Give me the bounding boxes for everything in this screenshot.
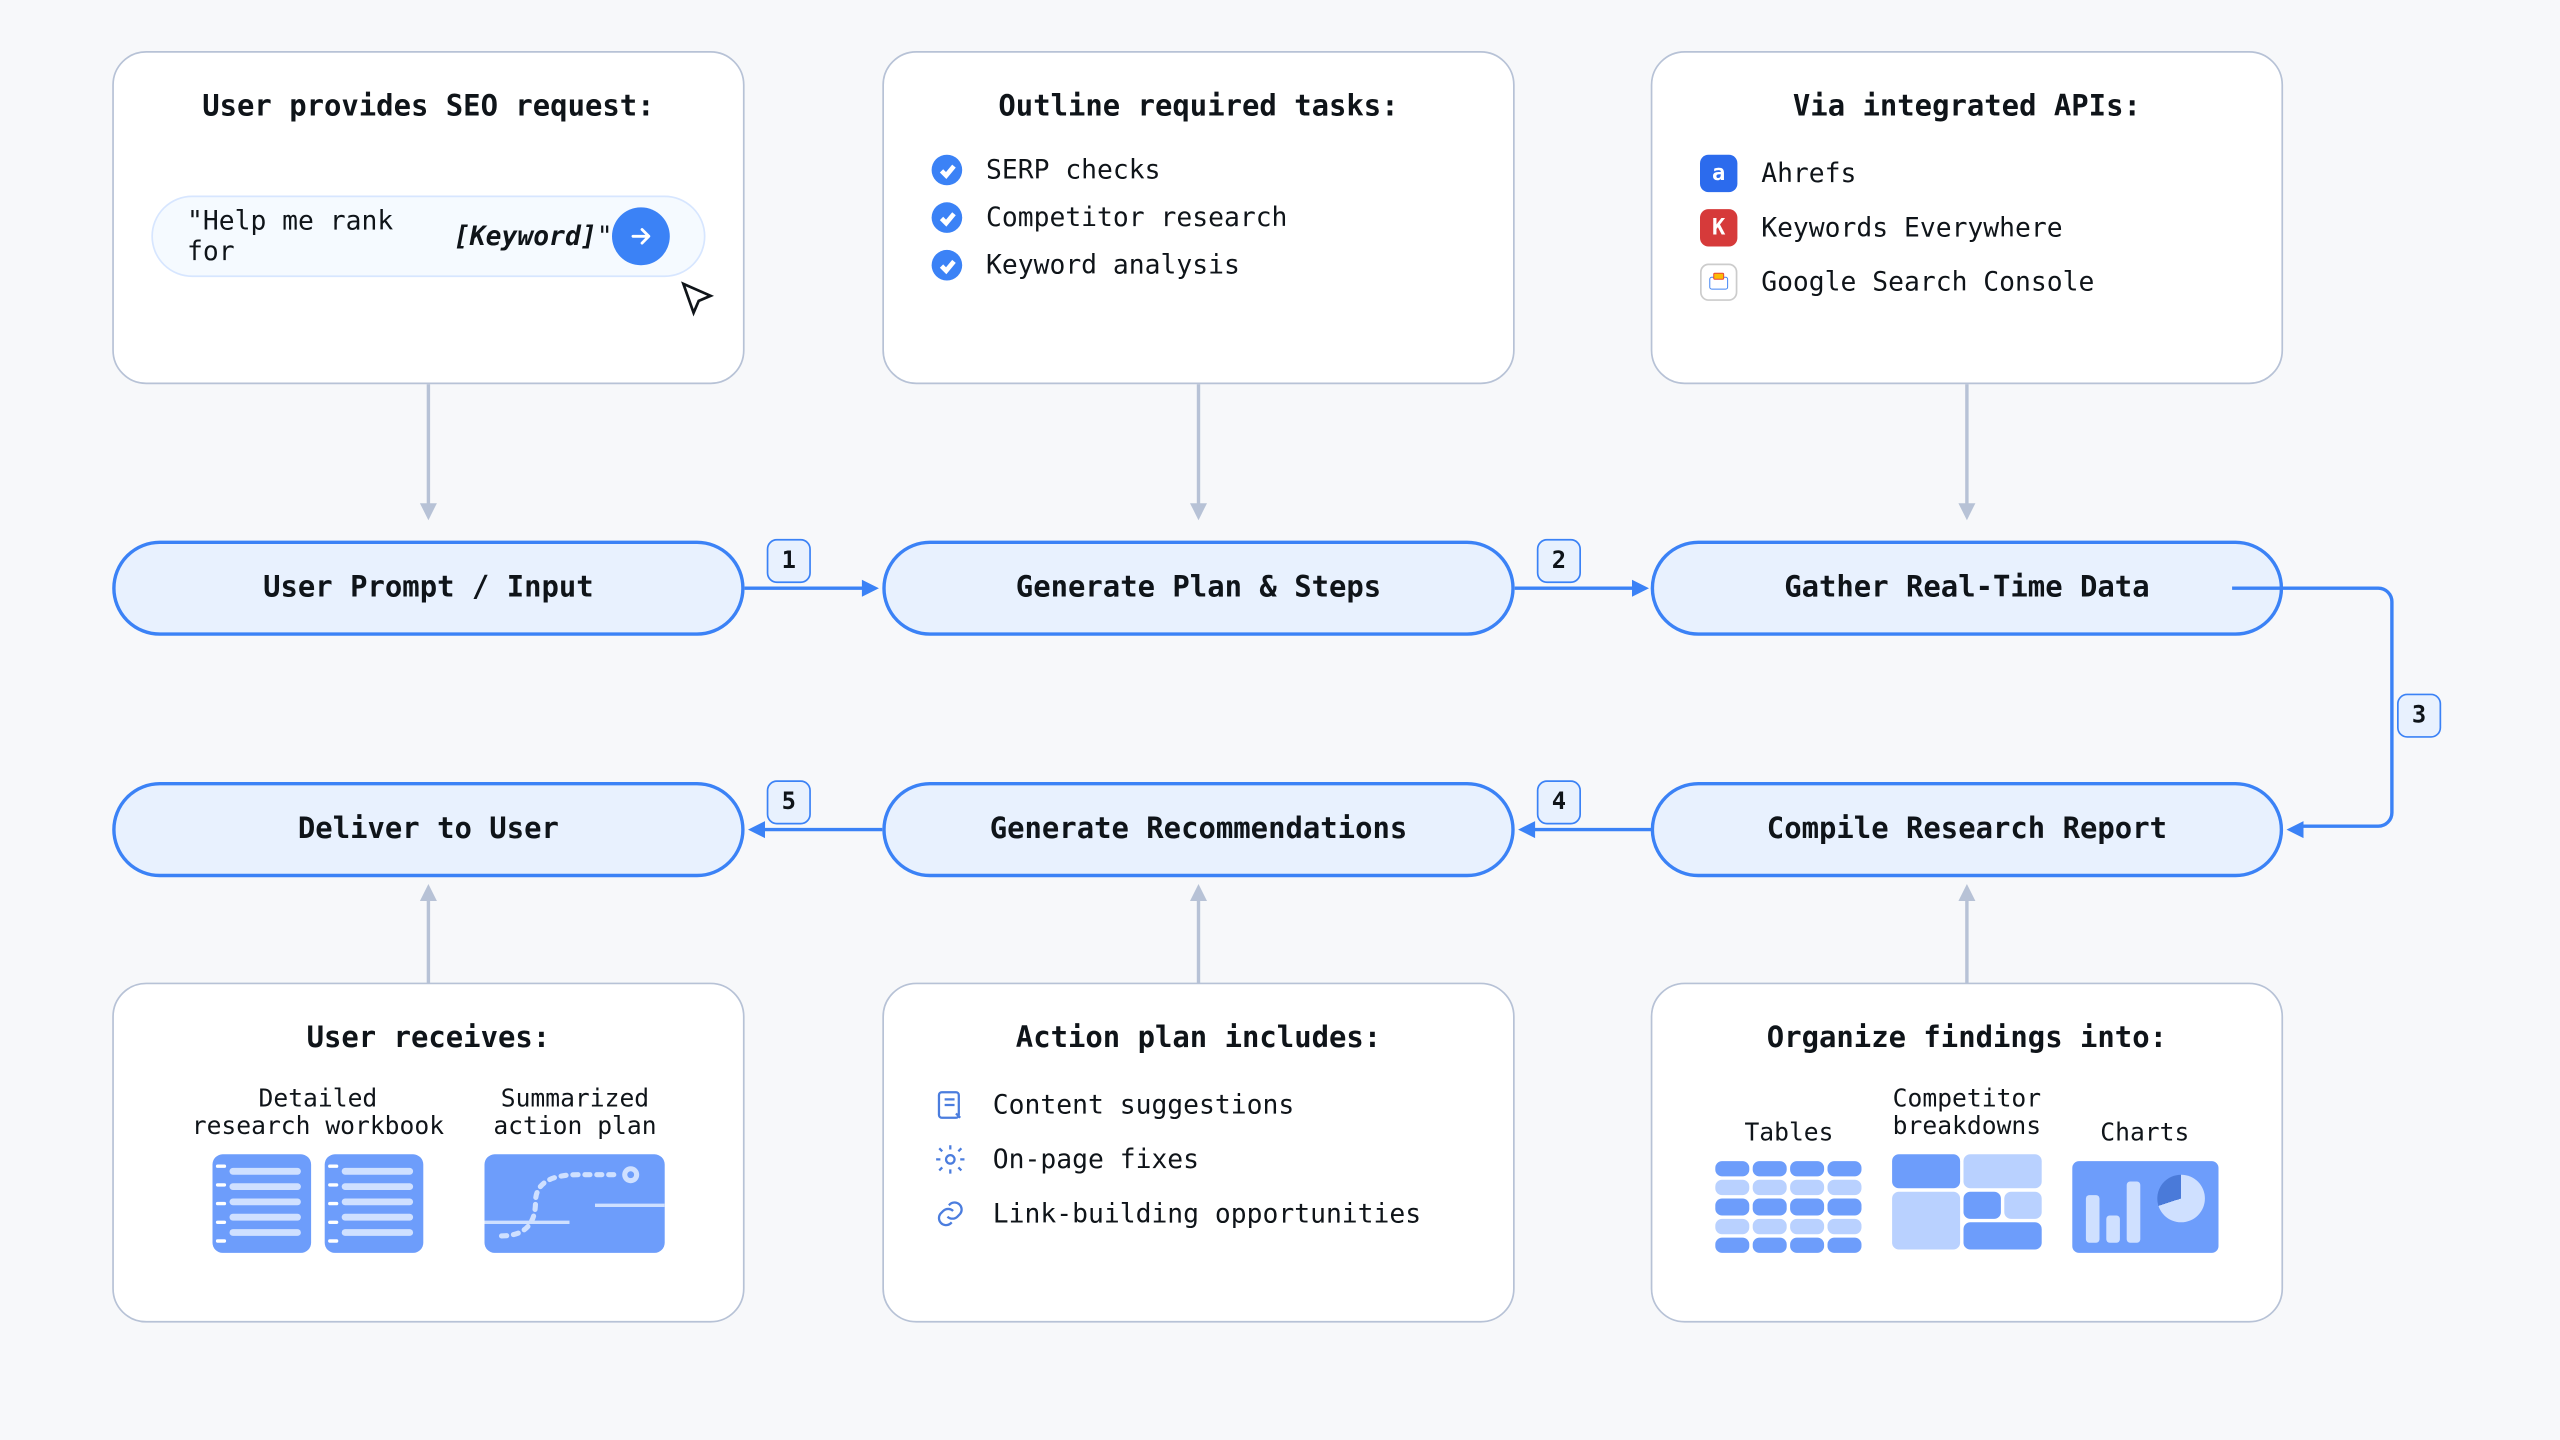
prompt-text-suffix: "	[597, 221, 613, 252]
keywords-everywhere-icon: K	[1700, 209, 1737, 246]
check-icon	[932, 202, 963, 233]
plan-item: Link-building opportunities	[932, 1195, 1476, 1232]
arrow-up-icon	[1958, 881, 1975, 986]
card-title: Via integrated APIs:	[1690, 90, 2244, 124]
check-icon	[932, 250, 963, 281]
arrow-left-icon	[745, 821, 883, 838]
card-title: User receives:	[151, 1022, 705, 1056]
check-icon	[932, 155, 963, 186]
step-number: 5	[767, 780, 811, 824]
node-generate-plan: Generate Plan & Steps	[882, 541, 1514, 636]
charts-label: Charts	[2072, 1120, 2218, 1147]
arrow-left-icon	[1515, 821, 1653, 838]
treemap-icon	[1893, 1154, 2039, 1246]
card-apis: Via integrated APIs: aAhrefs KKeywords E…	[1651, 51, 2283, 384]
plan-label: Summarized action plan	[485, 1086, 665, 1140]
arrow-down-icon	[420, 384, 437, 523]
step-number: 3	[2397, 694, 2441, 738]
workbook-block: Detailed research workbook	[192, 1086, 444, 1253]
arrow-right-icon	[745, 580, 883, 597]
card-title: Outline required tasks:	[921, 90, 1475, 124]
prompt-keyword: [Keyword]	[454, 221, 597, 252]
card-organize: Organize findings into: Tables Competito…	[1651, 983, 2283, 1323]
node-deliver: Deliver to User	[112, 782, 744, 877]
prompt-text-prefix: "Help me rank for	[187, 206, 454, 267]
api-item: Google Search Console	[1700, 264, 2244, 301]
arrow-down-icon	[1958, 384, 1975, 523]
notebook-icon	[325, 1154, 424, 1253]
prompt-pill: "Help me rank for [Keyword] "	[151, 196, 705, 278]
tables-label: Tables	[1716, 1120, 1862, 1147]
ahrefs-icon: a	[1700, 155, 1737, 192]
send-icon	[613, 207, 670, 265]
google-search-console-icon	[1700, 264, 1737, 301]
node-user-prompt: User Prompt / Input	[112, 541, 744, 636]
card-action-plan: Action plan includes: Content suggestion…	[882, 983, 1514, 1323]
breakdowns-block: Competitor breakdowns	[1893, 1086, 2041, 1253]
table-icon	[1716, 1161, 1862, 1253]
api-item: aAhrefs	[1700, 155, 2244, 192]
workbook-label: Detailed research workbook	[192, 1086, 444, 1140]
node-gather-data: Gather Real-Time Data	[1651, 541, 2283, 636]
breakdowns-label: Competitor breakdowns	[1893, 1086, 2041, 1140]
plan-item: Content suggestions	[932, 1086, 1476, 1123]
card-title: User provides SEO request:	[151, 90, 705, 124]
task-item: Competitor research	[932, 202, 1476, 233]
card-outline-tasks: Outline required tasks: SERP checks Comp…	[882, 51, 1514, 384]
tables-block: Tables	[1716, 1086, 1862, 1253]
arrow-down-icon	[1190, 384, 1207, 523]
task-item: Keyword analysis	[932, 250, 1476, 281]
notebook-icon	[213, 1154, 312, 1253]
plan-item: On-page fixes	[932, 1141, 1476, 1178]
arrow-right-icon	[1515, 580, 1653, 597]
node-recommendations: Generate Recommendations	[882, 782, 1514, 877]
card-title: Action plan includes:	[921, 1022, 1475, 1056]
map-icon	[485, 1154, 665, 1253]
chart-icon	[2072, 1161, 2218, 1253]
node-compile-report: Compile Research Report	[1651, 782, 2283, 877]
api-item: KKeywords Everywhere	[1700, 209, 2244, 246]
arrow-up-icon	[1190, 881, 1207, 986]
arrow-up-icon	[420, 881, 437, 986]
link-icon	[932, 1195, 969, 1232]
card-user-request: User provides SEO request: "Help me rank…	[112, 51, 744, 384]
step-number: 1	[767, 539, 811, 583]
task-item: SERP checks	[932, 155, 1476, 186]
step-number: 4	[1537, 780, 1581, 824]
card-title: Organize findings into:	[1690, 1022, 2244, 1056]
charts-block: Charts	[2072, 1086, 2218, 1253]
document-icon	[932, 1086, 969, 1123]
step-number: 2	[1537, 539, 1581, 583]
plan-block: Summarized action plan	[485, 1086, 665, 1253]
card-user-receives: User receives: Detailed research workboo…	[112, 983, 744, 1323]
gear-icon	[932, 1141, 969, 1178]
